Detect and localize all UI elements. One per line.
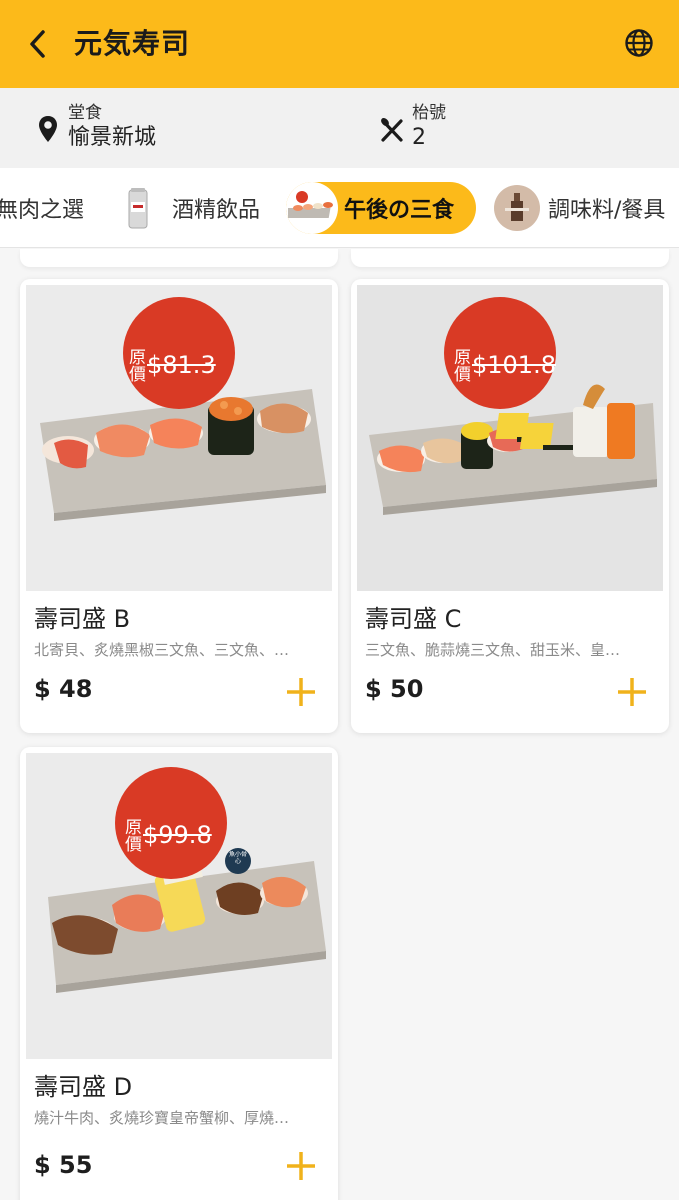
add-to-cart-button[interactable] <box>615 675 649 709</box>
sushi-set-thumbnail <box>286 182 338 234</box>
condiment-bottle-icon <box>494 185 540 231</box>
tab-meatless[interactable]: 無肉之選 <box>0 182 84 234</box>
language-button[interactable] <box>618 22 660 64</box>
dine-mode-label: 堂食 <box>68 103 102 123</box>
original-price: $99.8 <box>143 821 212 849</box>
product-price: $ 50 <box>365 675 424 703</box>
add-to-cart-button[interactable] <box>284 675 318 709</box>
app-header: 元気寿司 <box>0 0 679 88</box>
card-stub <box>20 249 338 267</box>
plus-icon <box>618 678 646 706</box>
order-info-bar: 堂食 愉景新城 枱號 2 <box>0 88 679 168</box>
product-card-b[interactable]: 原價 $81.3 壽司盛 B 北寄貝、炙燒黑椒三文魚、三文魚、… $ 48 <box>20 279 338 733</box>
product-image: 原價 $99.8 魚小骨心 <box>26 753 332 1059</box>
chevron-left-icon <box>30 30 45 58</box>
original-price-label: 原價 <box>121 818 141 852</box>
original-price: $101.8 <box>472 351 556 379</box>
beer-can-icon <box>118 185 158 231</box>
product-image: 原價 $101.8 <box>357 285 663 591</box>
tab-afternoon-set[interactable]: 午後の三食 <box>286 182 476 234</box>
original-price-badge: 原價 $99.8 <box>121 805 238 865</box>
location-pin-icon <box>39 116 57 142</box>
product-name: 壽司盛 B <box>34 605 131 633</box>
product-card-d[interactable]: 原價 $99.8 魚小骨心 壽司盛 D 燒汁牛肉、炙燒珍寶皇帝蟹柳、厚燒… $ … <box>20 747 338 1200</box>
tab-alcohol[interactable]: 酒精飲品 <box>118 182 260 234</box>
product-price: $ 48 <box>34 675 93 703</box>
product-image: 原價 $81.3 <box>26 285 332 591</box>
original-price-label: 原價 <box>125 348 145 382</box>
plus-icon <box>287 1152 315 1180</box>
original-price-label: 原價 <box>450 348 470 382</box>
product-card-c[interactable]: 原價 $101.8 壽司盛 C 三文魚、脆蒜燒三文魚、甜玉米、皇… $ 50 <box>351 279 669 733</box>
product-description: 三文魚、脆蒜燒三文魚、甜玉米、皇… <box>365 641 621 659</box>
tab-label: 午後の三食 <box>344 198 455 223</box>
store-name: 愉景新城 <box>68 125 157 150</box>
globe-icon <box>625 29 653 57</box>
product-description: 北寄貝、炙燒黑椒三文魚、三文魚、… <box>34 641 290 659</box>
product-price: $ 55 <box>34 1151 93 1179</box>
category-tabs: 無肉之選 酒精飲品 午後の三食 調味料/餐具 <box>0 168 679 248</box>
original-price-badge: 原價 $101.8 <box>450 335 571 395</box>
card-stub <box>351 249 669 267</box>
page-title: 元気寿司 <box>74 27 191 60</box>
product-grid: 原價 $81.3 壽司盛 B 北寄貝、炙燒黑椒三文魚、三文魚、… $ 48 原價… <box>0 249 679 1200</box>
tab-label: 調味料/餐具 <box>548 198 666 223</box>
product-name: 壽司盛 C <box>365 605 462 633</box>
table-label: 枱號 <box>412 103 446 123</box>
table-number: 2 <box>412 125 426 150</box>
product-description: 燒汁牛肉、炙燒珍寶皇帝蟹柳、厚燒… <box>34 1109 290 1127</box>
back-button[interactable] <box>18 24 58 64</box>
product-name: 壽司盛 D <box>34 1073 133 1101</box>
original-price: $81.3 <box>147 351 216 379</box>
tab-label: 酒精飲品 <box>172 198 261 223</box>
cutlery-icon <box>381 117 403 142</box>
tab-condiments[interactable]: 調味料/餐具 <box>494 182 665 234</box>
small-bone-notice: 魚小骨心 <box>228 851 247 865</box>
tab-label: 無肉之選 <box>0 198 85 223</box>
plus-icon <box>287 678 315 706</box>
add-to-cart-button[interactable] <box>284 1149 318 1183</box>
original-price-badge: 原價 $81.3 <box>125 335 234 395</box>
